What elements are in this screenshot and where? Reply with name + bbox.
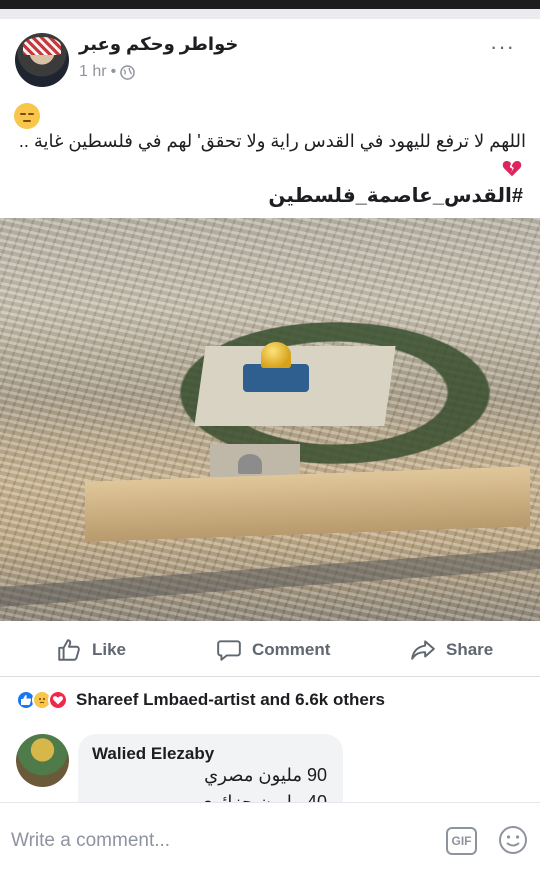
share-label: Share — [446, 640, 494, 659]
commenter-avatar[interactable] — [16, 734, 69, 787]
comment-text-line: 40 مليون جزائري — [198, 792, 327, 802]
post-actions: Like Comment Share — [0, 621, 540, 677]
share-button[interactable]: Share — [410, 637, 493, 663]
gif-icon[interactable]: GIF — [446, 827, 477, 855]
reaction-count[interactable]: Shareef Lmbaed-artist and 6.6k others — [76, 690, 385, 710]
hashtag-link[interactable]: #القدس_عاصمة_فلسطين — [268, 183, 523, 208]
status-bar — [0, 0, 540, 9]
comment-input[interactable]: Write a comment... — [11, 830, 170, 852]
smile-icon[interactable] — [498, 825, 528, 855]
love-reaction-icon — [48, 690, 68, 710]
meta-separator: • — [110, 63, 117, 80]
comment-bubble[interactable]: Walied Elezaby 90 مليون مصري 40 مليون جز… — [78, 734, 343, 802]
share-icon — [411, 640, 435, 660]
comment-composer: Write a comment... GIF — [0, 802, 540, 875]
post-meta: 1 hr • — [79, 63, 135, 81]
comment-text-line: 90 مليون مصري — [204, 765, 327, 785]
post-header: خواطر وحكم وعبر 1 hr • ··· — [0, 22, 540, 92]
page-name[interactable]: خواطر وحكم وعبر — [79, 34, 238, 55]
page-avatar[interactable] — [15, 33, 69, 87]
globe-icon — [120, 64, 135, 80]
post-text: اللهم لا ترفع لليهود في القدس راية ولا ت… — [18, 131, 526, 151]
comment-item: Walied Elezaby 90 مليون مصري 40 مليون جز… — [0, 726, 540, 802]
comment-button[interactable]: Comment — [216, 637, 330, 663]
post-photo-jerusalem[interactable] — [0, 218, 540, 621]
like-icon — [58, 639, 80, 661]
comment-icon — [217, 640, 241, 661]
post-time[interactable]: 1 hr — [79, 63, 107, 81]
comment-label: Comment — [252, 640, 331, 659]
like-button[interactable]: Like — [56, 637, 126, 663]
like-label: Like — [92, 640, 127, 659]
commenter-name[interactable]: Walied Elezaby — [92, 744, 214, 764]
reactions-summary[interactable]: Shareef Lmbaed-artist and 6.6k others — [16, 690, 385, 710]
broken-heart-icon — [502, 160, 522, 177]
more-icon[interactable]: ··· — [490, 36, 515, 58]
feed-divider — [0, 9, 540, 19]
